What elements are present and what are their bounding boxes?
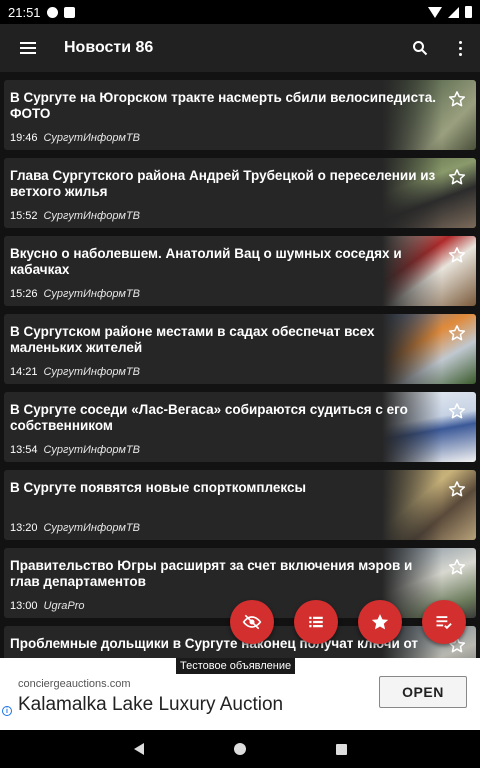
- news-time: 14:21: [10, 366, 38, 378]
- star-outline-icon: [448, 91, 466, 107]
- news-card[interactable]: Глава Сургутского района Андрей Трубецко…: [4, 158, 476, 228]
- search-button[interactable]: [400, 24, 440, 72]
- more-vert-icon: [458, 40, 462, 56]
- news-time: 15:52: [10, 210, 38, 222]
- signal-icon: [448, 6, 459, 18]
- star-outline-icon: [448, 325, 466, 341]
- news-time: 13:00: [10, 600, 38, 612]
- news-title: В Сургуте появятся новые спорткомплексы: [10, 480, 307, 495]
- star-icon: [371, 614, 389, 630]
- status-bar: 21:51: [0, 0, 480, 24]
- news-source: СургутИнформТВ: [43, 522, 141, 534]
- mark-read-icon: [436, 616, 452, 630]
- news-time: 15:26: [10, 288, 38, 300]
- list-icon: [309, 616, 323, 628]
- app-bar: Новости 86: [0, 24, 480, 72]
- news-source: СургутИнформТВ: [43, 210, 141, 222]
- news-card[interactable]: В Сургуте соседи «Лас-Вегаса» собираются…: [4, 392, 476, 462]
- news-card[interactable]: Вкусно о наболевшем. Анатолий Вац о шумн…: [4, 236, 476, 306]
- favorite-button[interactable]: [446, 88, 468, 110]
- home-icon[interactable]: [233, 743, 246, 755]
- news-title: В Сургуте на Югорском тракте насмерть сб…: [10, 90, 436, 121]
- favorite-button[interactable]: [446, 556, 468, 578]
- hamburger-icon: [20, 42, 36, 54]
- news-card[interactable]: В Сургуте на Югорском тракте насмерть сб…: [4, 80, 476, 150]
- news-title: Правительство Югры расширят за счет вклю…: [10, 558, 413, 589]
- recent-apps-icon[interactable]: [335, 743, 347, 755]
- list-view-button[interactable]: [294, 600, 338, 644]
- news-feed[interactable]: В Сургуте на Югорском тракте насмерть сб…: [0, 72, 480, 658]
- news-time: 19:46: [10, 132, 38, 144]
- ad-info-icon[interactable]: i: [2, 706, 12, 716]
- hide-read-icon: [242, 614, 262, 630]
- news-title: Глава Сургутского района Андрей Трубецко…: [10, 168, 436, 199]
- news-card[interactable]: В Сургутском районе местами в садах обес…: [4, 314, 476, 384]
- star-outline-icon: [448, 169, 466, 185]
- star-outline-icon: [448, 403, 466, 419]
- favorite-button[interactable]: [446, 166, 468, 188]
- system-nav-bar: [0, 730, 480, 768]
- favorite-button[interactable]: [446, 322, 468, 344]
- hide-read-button[interactable]: [230, 600, 274, 644]
- menu-button[interactable]: [0, 24, 56, 72]
- news-source: СургутИнформТВ: [43, 444, 141, 456]
- star-outline-icon: [448, 481, 466, 497]
- ad-domain: conciergeauctions.com: [18, 678, 131, 690]
- news-source: СургутИнформТВ: [43, 288, 141, 300]
- news-title: Вкусно о наболевшем. Анатолий Вац о шумн…: [10, 246, 402, 277]
- news-title: В Сургутском районе местами в садах обес…: [10, 324, 375, 355]
- favorite-button[interactable]: [446, 478, 468, 500]
- wifi-icon: [428, 6, 442, 18]
- news-source: UgraPro: [43, 600, 85, 612]
- news-source: СургутИнформТВ: [43, 366, 141, 378]
- news-time: 13:20: [10, 522, 38, 534]
- star-outline-icon: [448, 247, 466, 263]
- ad-headline[interactable]: Kalamalka Lake Luxury Auction: [18, 694, 283, 716]
- search-icon: [413, 41, 428, 56]
- sd-card-icon: [63, 6, 75, 18]
- page-title: Новости 86: [64, 39, 154, 56]
- battery-icon: [465, 6, 472, 18]
- news-card[interactable]: В Сургуте появятся новые спорткомплексы …: [4, 470, 476, 540]
- notification-app-icon: [46, 6, 58, 18]
- news-source: СургутИнформТВ: [43, 132, 141, 144]
- back-icon[interactable]: [133, 743, 144, 755]
- overflow-menu-button[interactable]: [440, 24, 480, 72]
- favorites-button[interactable]: [358, 600, 402, 644]
- star-outline-icon: [448, 559, 466, 575]
- news-time: 13:54: [10, 444, 38, 456]
- ad-test-label: Тестовое объявление: [176, 658, 296, 674]
- ad-open-button[interactable]: OPEN: [379, 676, 467, 708]
- status-time: 21:51: [8, 4, 41, 20]
- mark-all-read-button[interactable]: [422, 600, 466, 644]
- ad-banner[interactable]: Тестовое объявление conciergeauctions.co…: [0, 658, 480, 730]
- favorite-button[interactable]: [446, 400, 468, 422]
- favorite-button[interactable]: [446, 244, 468, 266]
- news-title: В Сургуте соседи «Лас-Вегаса» собираются…: [10, 402, 408, 433]
